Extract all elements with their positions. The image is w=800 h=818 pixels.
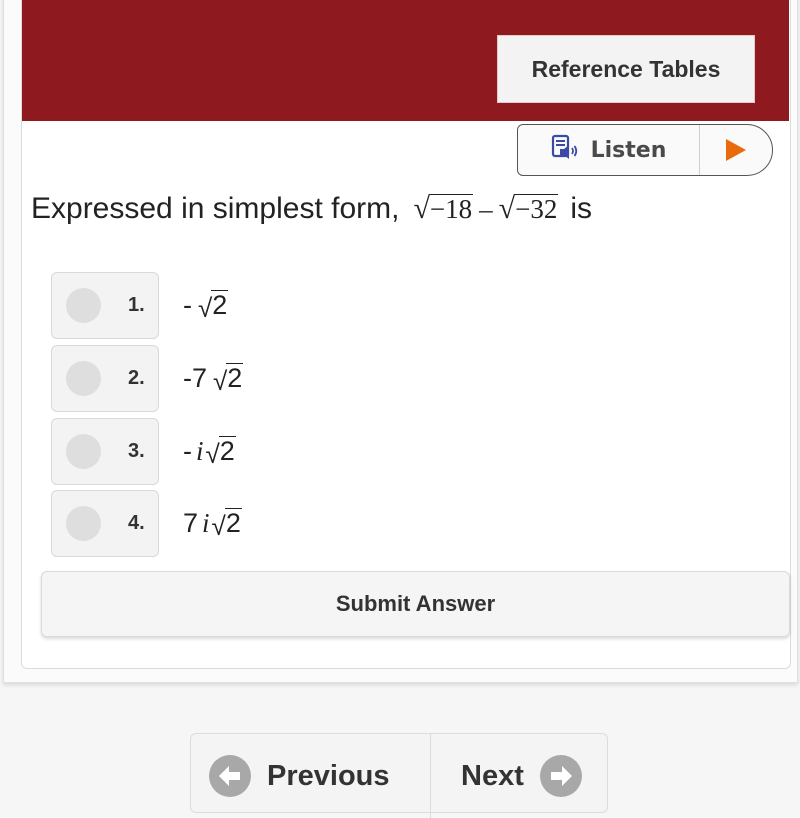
question-text: Expressed in simplest form, √ −18 – √ −3… (31, 192, 592, 226)
option-select-button[interactable]: 4. (51, 490, 159, 557)
coefficient: -7 (183, 363, 208, 393)
option-number: 1. (128, 294, 145, 316)
radio-circle[interactable] (66, 506, 101, 541)
radicand-2: −32 (514, 193, 559, 224)
answer-option-4: 4. 7 i √ 2 (51, 490, 242, 557)
radicand: 2 (211, 290, 229, 321)
coefficient: - (183, 290, 192, 320)
option-number: 2. (128, 367, 145, 389)
operator: – (479, 193, 493, 224)
previous-label: Previous (267, 759, 390, 792)
radicand: 2 (226, 363, 244, 394)
next-button[interactable]: Next (431, 734, 607, 818)
previous-button[interactable]: Previous (191, 734, 431, 818)
sqrt-symbol: √ (498, 192, 516, 226)
radicand-1: −18 (428, 193, 474, 224)
listen-label: Listen (590, 137, 667, 163)
option-answer: -7 √ 2 (183, 345, 244, 412)
option-answer: 7 i √ 2 (183, 490, 242, 557)
radio-circle[interactable] (66, 434, 101, 469)
question-navigation: Previous Next (190, 733, 608, 818)
option-number: 4. (128, 512, 145, 534)
listen-control: Listen (517, 124, 773, 176)
sqrt-symbol: √ (413, 192, 430, 226)
question-suffix: is (570, 192, 593, 225)
option-select-button[interactable]: 2. (51, 345, 159, 412)
listen-button[interactable]: Listen (518, 125, 700, 175)
arrow-right-circle-icon (539, 755, 582, 797)
radical-1: √ −18 (413, 192, 474, 226)
coefficient: 7 (183, 508, 199, 538)
coefficient: - (183, 436, 192, 466)
option-select-button[interactable]: 1. (51, 272, 159, 339)
reference-tables-button[interactable]: Reference Tables (497, 35, 755, 103)
imaginary-unit: i (196, 436, 204, 466)
radical: √ 2 (205, 436, 236, 469)
option-select-button[interactable]: 3. (51, 418, 159, 485)
next-label: Next (461, 759, 524, 792)
radio-circle[interactable] (66, 288, 101, 323)
question-expression: √ −18 – √ −32 (413, 192, 559, 226)
radical-2: √ −32 (498, 192, 559, 226)
radical: √ 2 (211, 508, 242, 541)
radical: √ 2 (198, 290, 229, 323)
radicand: 2 (218, 436, 236, 467)
option-answer: - i √ 2 (183, 418, 236, 485)
answer-option-1: 1. - √ 2 (51, 272, 229, 339)
arrow-left-circle-icon (209, 755, 251, 797)
radical: √ 2 (213, 363, 244, 396)
speaker-document-icon (551, 134, 579, 167)
radio-circle[interactable] (66, 361, 101, 396)
answer-option-3: 3. - i √ 2 (51, 418, 236, 485)
option-answer: - √ 2 (183, 272, 229, 339)
play-icon (726, 139, 746, 161)
answer-option-2: 2. -7 √ 2 (51, 345, 244, 412)
play-button[interactable] (700, 125, 772, 175)
radicand: 2 (224, 508, 242, 539)
imaginary-unit: i (202, 508, 210, 538)
question-prefix: Expressed in simplest form, (31, 192, 400, 225)
submit-answer-button[interactable]: Submit Answer (41, 571, 790, 637)
option-number: 3. (128, 440, 145, 462)
